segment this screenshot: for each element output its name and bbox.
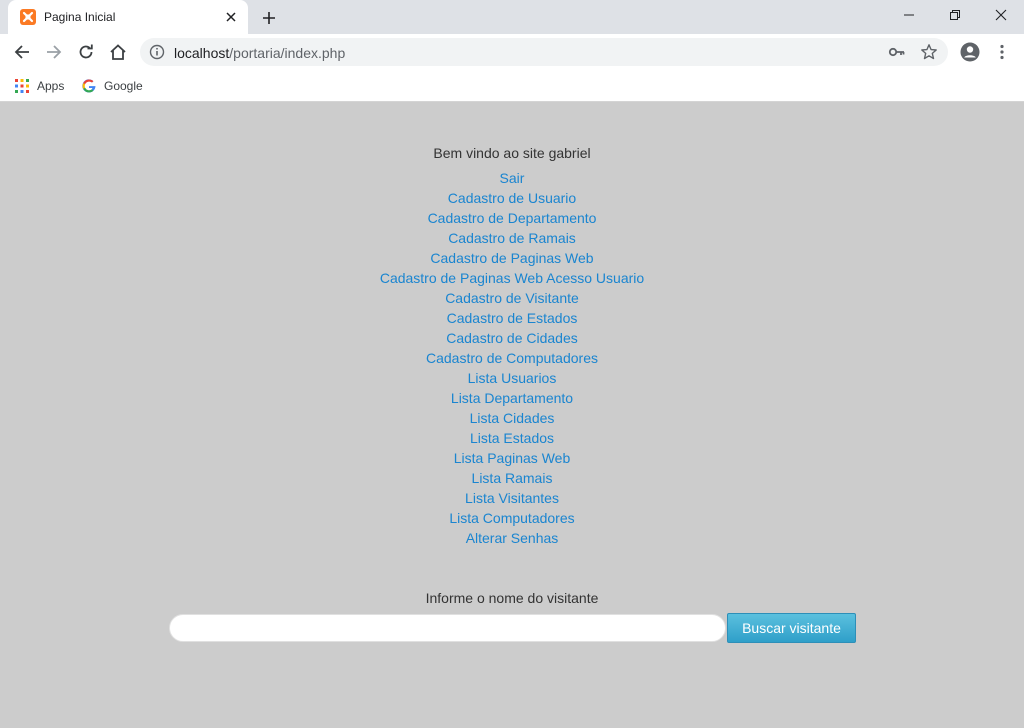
page-content: Bem vindo ao site gabriel Sair Cadastro … <box>0 103 1024 728</box>
link-lista-estados[interactable]: Lista Estados <box>470 430 554 446</box>
link-cadastro-paginas-web[interactable]: Cadastro de Paginas Web <box>430 250 593 266</box>
bookmark-star-icon[interactable] <box>920 43 938 61</box>
navigation-menu: Sair Cadastro de Usuario Cadastro de Dep… <box>0 168 1024 548</box>
menu-item: Lista Departamento <box>0 388 1024 408</box>
menu-item: Lista Computadores <box>0 508 1024 528</box>
menu-item: Cadastro de Ramais <box>0 228 1024 248</box>
restore-icon[interactable] <box>932 0 978 30</box>
google-icon <box>82 79 96 93</box>
link-lista-departamento[interactable]: Lista Departamento <box>451 390 573 406</box>
key-icon[interactable] <box>888 44 906 60</box>
bookmarks-bar: Apps Google <box>0 70 1024 102</box>
tab-title: Pagina Inicial <box>44 10 116 24</box>
menu-item: Cadastro de Cidades <box>0 328 1024 348</box>
menu-item: Cadastro de Visitante <box>0 288 1024 308</box>
title-bar: Pagina Inicial <box>0 0 1024 34</box>
link-cadastro-paginas-web-acesso-usuario[interactable]: Cadastro de Paginas Web Acesso Usuario <box>380 270 644 286</box>
link-lista-computadores[interactable]: Lista Computadores <box>449 510 574 526</box>
menu-item: Alterar Senhas <box>0 528 1024 548</box>
url-text: localhost/portaria/index.php <box>174 45 345 61</box>
address-bar[interactable]: localhost/portaria/index.php <box>140 38 948 66</box>
welcome-message: Bem vindo ao site gabriel <box>433 145 591 161</box>
link-lista-cidades[interactable]: Lista Cidades <box>470 410 555 426</box>
bookmark-google-label: Google <box>104 79 143 93</box>
visitor-name-input[interactable] <box>169 614 726 642</box>
url-path: /portaria/index.php <box>229 45 346 61</box>
menu-item: Cadastro de Departamento <box>0 208 1024 228</box>
link-cadastro-usuario[interactable]: Cadastro de Usuario <box>448 190 576 206</box>
back-arrow-icon[interactable] <box>9 39 35 65</box>
link-lista-paginas-web[interactable]: Lista Paginas Web <box>454 450 570 466</box>
menu-item: Cadastro de Computadores <box>0 348 1024 368</box>
menu-item: Lista Ramais <box>0 468 1024 488</box>
reload-icon[interactable] <box>73 39 99 65</box>
link-lista-visitantes[interactable]: Lista Visitantes <box>465 490 559 506</box>
profile-avatar-icon[interactable] <box>957 39 983 65</box>
home-icon[interactable] <box>105 39 131 65</box>
menu-item: Sair <box>0 168 1024 188</box>
link-cadastro-departamento[interactable]: Cadastro de Departamento <box>428 210 597 226</box>
menu-item: Lista Paginas Web <box>0 448 1024 468</box>
bookmark-apps-label: Apps <box>37 79 65 93</box>
link-alterar-senhas[interactable]: Alterar Senhas <box>466 530 559 546</box>
tab-close-icon[interactable] <box>223 9 239 25</box>
apps-grid-icon <box>15 79 29 93</box>
link-lista-ramais[interactable]: Lista Ramais <box>472 470 553 486</box>
link-cadastro-estados[interactable]: Cadastro de Estados <box>447 310 578 326</box>
browser-toolbar: localhost/portaria/index.php <box>0 34 1024 70</box>
menu-item: Cadastro de Estados <box>0 308 1024 328</box>
menu-item: Cadastro de Usuario <box>0 188 1024 208</box>
new-tab-plus-icon[interactable] <box>258 7 280 29</box>
link-sair[interactable]: Sair <box>500 170 525 186</box>
search-visitor-button[interactable]: Buscar visitante <box>727 613 856 643</box>
url-host: localhost <box>174 45 230 61</box>
bookmark-apps[interactable]: Apps <box>15 76 64 96</box>
site-info-icon[interactable] <box>149 44 165 60</box>
menu-item: Lista Estados <box>0 428 1024 448</box>
minimize-icon[interactable] <box>886 0 932 30</box>
menu-item: Lista Cidades <box>0 408 1024 428</box>
menu-item: Cadastro de Paginas Web <box>0 248 1024 268</box>
link-cadastro-computadores[interactable]: Cadastro de Computadores <box>426 350 598 366</box>
link-lista-usuarios[interactable]: Lista Usuarios <box>468 370 557 386</box>
xampp-icon <box>20 9 36 25</box>
link-cadastro-ramais[interactable]: Cadastro de Ramais <box>448 230 576 246</box>
link-cadastro-visitante[interactable]: Cadastro de Visitante <box>445 290 579 306</box>
browser-tab[interactable]: Pagina Inicial <box>8 0 248 34</box>
menu-item: Cadastro de Paginas Web Acesso Usuario <box>0 268 1024 288</box>
forward-arrow-icon[interactable] <box>41 39 67 65</box>
link-cadastro-cidades[interactable]: Cadastro de Cidades <box>446 330 578 346</box>
menu-kebab-icon[interactable] <box>989 39 1015 65</box>
bookmark-google[interactable]: Google <box>82 76 143 96</box>
menu-item: Lista Usuarios <box>0 368 1024 388</box>
menu-item: Lista Visitantes <box>0 488 1024 508</box>
close-window-icon[interactable] <box>978 0 1024 30</box>
visitor-search-label: Informe o nome do visitante <box>425 590 599 606</box>
